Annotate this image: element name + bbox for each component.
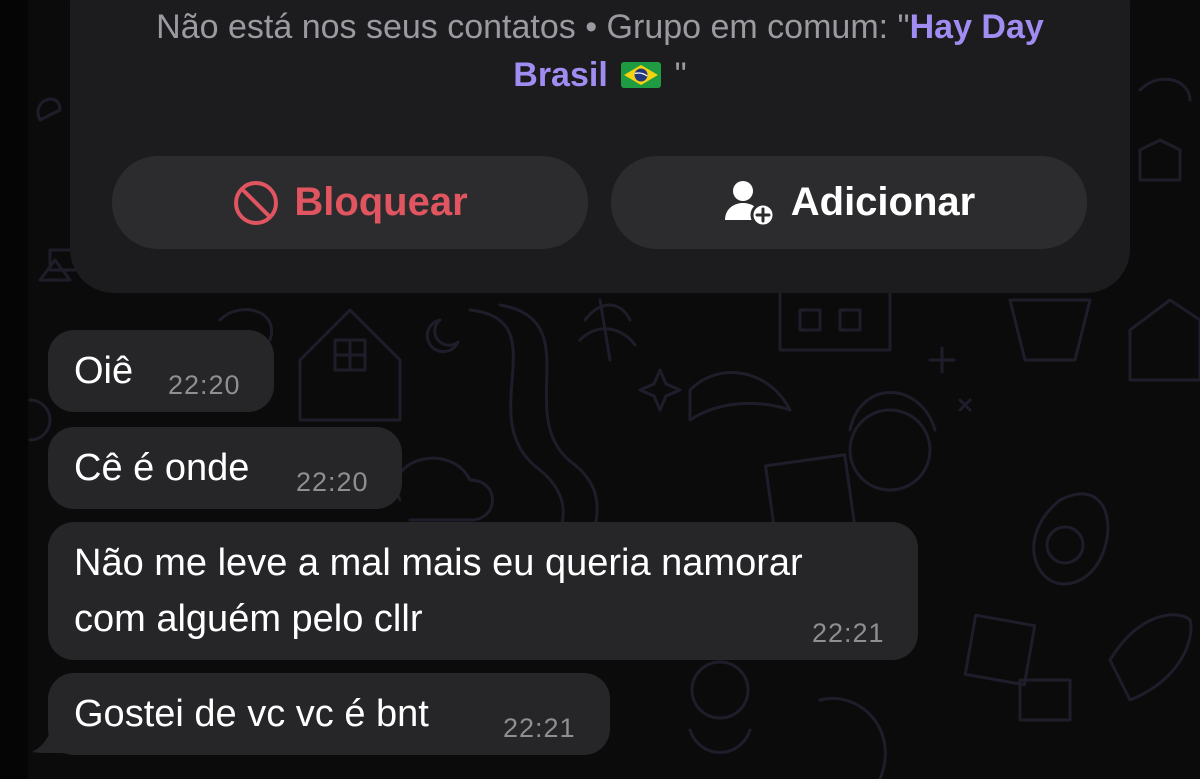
brazil-flag-icon <box>621 62 662 88</box>
add-contact-icon <box>724 180 776 227</box>
message-bubble[interactable]: Gostei de vc vc é bnt 22:21 <box>48 673 610 755</box>
block-button[interactable]: Bloquear <box>112 156 588 249</box>
message-text: Gostei de vc vc é bnt <box>74 693 429 735</box>
prohibited-icon <box>234 180 279 225</box>
message-time: 22:20 <box>168 370 241 400</box>
window-edge <box>0 0 28 779</box>
message-bubble[interactable]: Oiê 22:20 <box>48 330 274 412</box>
add-label: Adicionar <box>790 180 976 224</box>
message-text-line1: Não me leve a mal mais eu queria namorar <box>74 542 803 584</box>
block-label: Bloquear <box>294 180 468 224</box>
bubble-tail <box>32 720 70 754</box>
add-contact-button[interactable]: Adicionar <box>611 156 1087 249</box>
message-time: 22:21 <box>812 618 885 648</box>
message-text-line2: com alguém pelo cllr <box>74 598 423 640</box>
message-time: 22:20 <box>296 467 369 497</box>
message-text: Oiê <box>74 350 134 392</box>
notice-text: Não está nos seus contatos • Grupo em co… <box>156 8 910 46</box>
message-time: 22:21 <box>503 713 576 743</box>
message-bubble[interactable]: Cê é onde 22:20 <box>48 427 402 509</box>
common-group-notice: Não está nos seus contatos • Grupo em co… <box>100 3 1100 99</box>
message-text: Cê é onde <box>74 447 250 489</box>
message-bubble[interactable]: Não me leve a mal mais eu queria namorar… <box>48 522 918 660</box>
closing-quote: " <box>665 56 687 94</box>
